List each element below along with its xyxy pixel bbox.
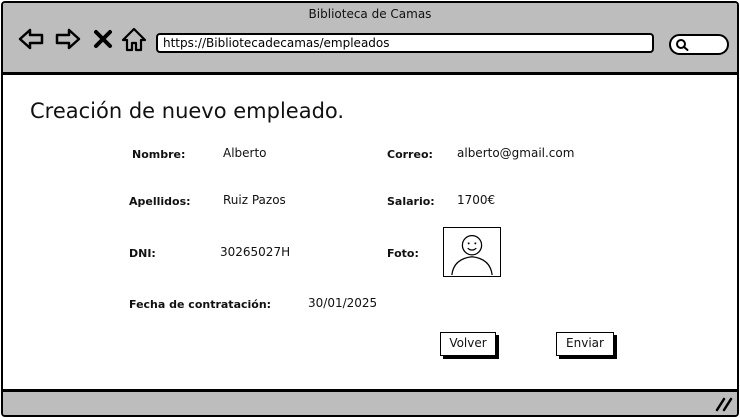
resize-handle-icon[interactable]	[715, 396, 733, 412]
correo-value[interactable]: alberto@gmail.com	[457, 146, 574, 160]
user-avatar-icon	[451, 235, 493, 276]
home-icon[interactable]	[120, 25, 148, 53]
page-title: Creación de nuevo empleado.	[30, 99, 345, 123]
window-title: Biblioteca de Camas	[308, 7, 432, 21]
salario-value[interactable]: 1700€	[457, 193, 495, 207]
apellidos-value[interactable]: Ruiz Pazos	[223, 193, 286, 207]
forward-arrow-icon[interactable]	[54, 25, 82, 53]
search-icon	[676, 39, 689, 51]
nombre-label: Nombre:	[132, 148, 186, 161]
browser-window: Biblioteca de Camas https://Bibliotecade…	[1, 1, 739, 417]
browser-toolbar: Biblioteca de Camas https://Bibliotecade…	[3, 3, 737, 75]
address-bar[interactable]: https://Bibliotecadecamas/empleados	[156, 33, 654, 53]
search-box[interactable]	[669, 34, 729, 55]
foto-label: Foto:	[387, 247, 419, 260]
salario-label: Salario:	[387, 195, 435, 208]
status-bar	[3, 389, 737, 415]
dni-value[interactable]: 30265027H	[220, 245, 290, 259]
submit-button[interactable]: Enviar	[556, 332, 614, 356]
fecha-value[interactable]: 30/01/2025	[308, 296, 377, 310]
dni-label: DNI:	[129, 247, 156, 260]
fecha-label: Fecha de contratación:	[129, 298, 272, 311]
back-button[interactable]: Volver	[440, 332, 496, 356]
nombre-value[interactable]: Alberto	[223, 146, 267, 160]
close-icon[interactable]	[91, 25, 115, 53]
correo-label: Correo:	[387, 148, 433, 161]
back-arrow-icon[interactable]	[17, 25, 45, 53]
photo-placeholder[interactable]	[443, 227, 501, 277]
apellidos-label: Apellidos:	[129, 195, 191, 208]
